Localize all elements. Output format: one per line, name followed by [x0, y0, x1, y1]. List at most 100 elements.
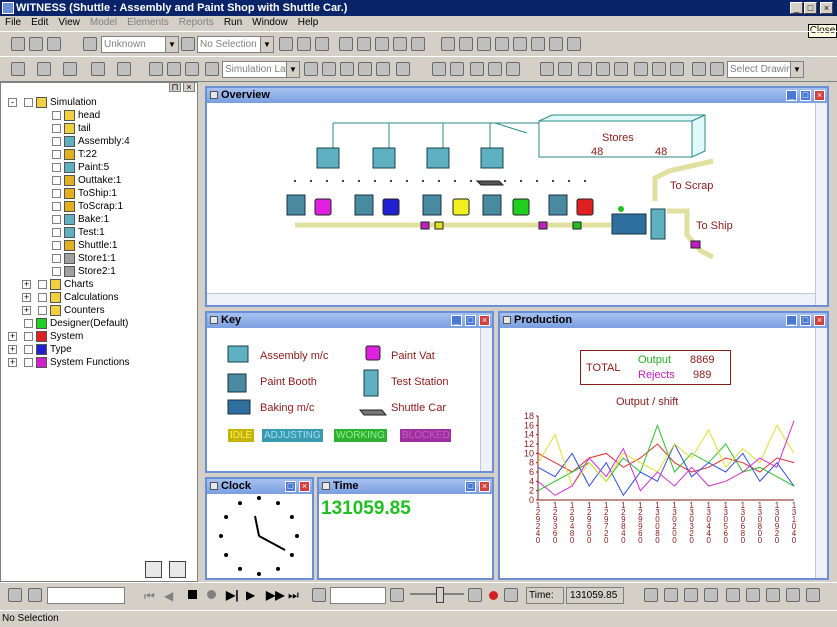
tree-item[interactable]: ToScrap:1	[0, 200, 196, 213]
fast-forward-icon[interactable]: ▶▶	[266, 588, 284, 602]
tree-checkbox[interactable]	[52, 150, 61, 159]
tree-expander[interactable]: +	[8, 332, 17, 341]
tree-item[interactable]: Designer(Default)	[0, 317, 196, 330]
tree-item[interactable]: Assembly:4	[0, 135, 196, 148]
picture-icon[interactable]	[11, 62, 25, 76]
menu-reports[interactable]: Reports	[174, 16, 219, 30]
menu-file[interactable]: File	[0, 16, 26, 30]
tree-checkbox[interactable]	[52, 228, 61, 237]
fill-color-icon[interactable]	[117, 62, 131, 76]
tree-checkbox[interactable]	[52, 215, 61, 224]
element-type-combo[interactable]: Unknown ▼	[101, 36, 179, 53]
tree-item[interactable]: tail	[0, 122, 196, 135]
selection-combo[interactable]: No Selection ▼	[197, 36, 274, 53]
tool-icon[interactable]	[549, 37, 563, 51]
tree-checkbox[interactable]	[24, 345, 33, 354]
tree-checkbox[interactable]	[52, 111, 61, 120]
snap-icon[interactable]	[185, 62, 199, 76]
record-icon[interactable]	[207, 590, 216, 599]
zoom-in-icon[interactable]	[540, 62, 554, 76]
variable-icon[interactable]	[531, 37, 545, 51]
processor-icon[interactable]	[513, 37, 527, 51]
layer-combo[interactable]: Simulation Laye ▼	[222, 61, 300, 78]
timer-icon[interactable]	[312, 588, 326, 602]
tree-item[interactable]: + Counters	[0, 304, 196, 317]
layer-icon[interactable]	[205, 62, 219, 76]
tree-item[interactable]: - Simulation	[0, 96, 196, 109]
grid-fine-icon[interactable]	[167, 62, 181, 76]
align-icon[interactable]	[340, 62, 354, 76]
tree-item[interactable]: + System Functions	[0, 356, 196, 369]
production-close-button[interactable]: ×	[814, 315, 825, 326]
menu-view[interactable]: View	[53, 16, 85, 30]
time-window[interactable]: Time □ × 131059.85	[317, 477, 494, 580]
speed-slider-thumb[interactable]	[436, 587, 444, 603]
display-icon[interactable]	[432, 62, 446, 76]
tree-checkbox[interactable]	[38, 293, 47, 302]
pan-icon[interactable]	[578, 62, 592, 76]
tree-tool-icon[interactable]	[145, 561, 162, 578]
stop-icon[interactable]	[188, 590, 197, 599]
step-back-icon[interactable]: ◀	[164, 589, 173, 603]
production-maximize-button[interactable]: □	[800, 315, 811, 326]
walk-speed-icon[interactable]	[390, 588, 404, 602]
tree-checkbox[interactable]	[52, 189, 61, 198]
track-icon[interactable]	[459, 37, 473, 51]
display3-icon[interactable]	[470, 62, 484, 76]
display5-icon[interactable]	[506, 62, 520, 76]
tree-checkbox[interactable]	[38, 306, 47, 315]
list-icon[interactable]	[692, 62, 706, 76]
zoom-out-icon[interactable]	[558, 62, 572, 76]
tree-checkbox[interactable]	[24, 332, 33, 341]
open-folder-icon[interactable]	[29, 37, 43, 51]
tree-checkbox[interactable]	[52, 241, 61, 250]
tree-expander[interactable]: -	[8, 98, 17, 107]
menu-help[interactable]: Help	[293, 16, 324, 30]
report8-icon[interactable]	[786, 588, 800, 602]
tree-item[interactable]: ToShip:1	[0, 187, 196, 200]
conveyor-icon[interactable]	[393, 37, 407, 51]
tree-expander[interactable]: +	[22, 306, 31, 315]
pipe-icon[interactable]	[495, 37, 509, 51]
play-icon[interactable]: ▶	[246, 588, 255, 602]
menu-elements[interactable]: Elements	[122, 16, 174, 30]
close-button[interactable]: ×	[820, 2, 833, 14]
key-vscrollbar[interactable]	[480, 328, 492, 471]
report7-icon[interactable]	[766, 588, 780, 602]
menu-window[interactable]: Window	[247, 16, 293, 30]
tree-item[interactable]: + System	[0, 330, 196, 343]
tree-pin-button[interactable]: ⊓	[169, 82, 181, 92]
tree-tool2-icon[interactable]	[169, 561, 186, 578]
production-vscrollbar[interactable]	[815, 328, 827, 578]
camera2-icon[interactable]	[652, 62, 666, 76]
element-type-icon[interactable]	[83, 37, 97, 51]
grid-select-icon[interactable]	[710, 62, 724, 76]
buffer-icon[interactable]	[357, 37, 371, 51]
vehicle-icon[interactable]	[441, 37, 455, 51]
tank-icon[interactable]	[477, 37, 491, 51]
report4-icon[interactable]	[704, 588, 718, 602]
machine-icon[interactable]	[375, 37, 389, 51]
part-icon[interactable]	[339, 37, 353, 51]
tree-checkbox[interactable]	[52, 176, 61, 185]
tree-expander[interactable]: +	[8, 358, 17, 367]
tree-item[interactable]: Bake:1	[0, 213, 196, 226]
walk-icon[interactable]	[297, 37, 311, 51]
tree-item[interactable]: Paint:5	[0, 161, 196, 174]
lightning2-icon[interactable]	[28, 588, 42, 602]
overview-window[interactable]: Overview _ □ × 48 48 Stores To Scrap To …	[205, 86, 829, 307]
align-top-icon[interactable]	[376, 62, 390, 76]
tree-checkbox[interactable]	[52, 124, 61, 133]
report2-icon[interactable]	[664, 588, 678, 602]
copy-layer-icon[interactable]	[304, 62, 318, 76]
tree-checkbox[interactable]	[24, 358, 33, 367]
display4-icon[interactable]	[488, 62, 502, 76]
labor-icon[interactable]	[411, 37, 425, 51]
report5-icon[interactable]	[726, 588, 740, 602]
new-file-icon[interactable]	[11, 37, 25, 51]
rewind-icon[interactable]: ⏮	[144, 589, 155, 604]
key-minimize-button[interactable]: _	[451, 315, 462, 326]
step-icon[interactable]: ▶|	[226, 588, 239, 602]
camera3-icon[interactable]	[670, 62, 684, 76]
tree-item[interactable]: + Type	[0, 343, 196, 356]
